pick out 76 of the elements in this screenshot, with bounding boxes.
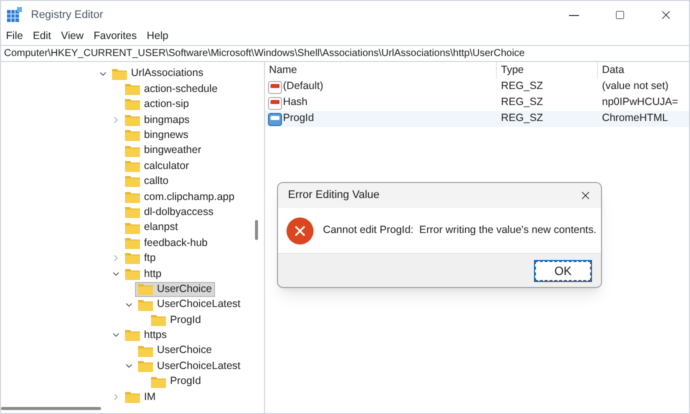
menu-item[interactable]: File: [6, 31, 23, 42]
table-cell: REG_SZ: [501, 80, 544, 92]
table-cell: (value not set): [602, 80, 669, 92]
table-cell: REG_SZ: [501, 112, 544, 124]
string-value-icon: [268, 96, 282, 110]
window-title: Registry Editor: [31, 8, 104, 23]
folder-icon: [125, 160, 140, 172]
folder-icon: [112, 68, 127, 80]
folder-icon: [125, 252, 140, 264]
error-icon: [286, 216, 314, 244]
menu-item[interactable]: View: [61, 31, 84, 42]
folder-icon: [125, 114, 140, 126]
folder-icon: [125, 222, 140, 234]
folder-icon: [125, 98, 140, 110]
table-cell: ChromeHTML: [602, 112, 668, 124]
tree-item[interactable]: calculator: [122, 158, 192, 174]
value-row[interactable]: ProgId REG_SZ ChromeHTML: [265, 111, 689, 127]
menu-item[interactable]: Favorites: [94, 31, 137, 42]
tree-item[interactable]: UserChoiceLatest: [135, 358, 244, 374]
table-cell-text: ProgId: [283, 111, 314, 126]
table-cell: np0IPwHCUJA=: [602, 96, 678, 108]
tree-item[interactable]: action-sip: [122, 96, 192, 112]
tree-item[interactable]: action-schedule: [122, 82, 221, 97]
folder-icon: [125, 236, 140, 249]
tree-item[interactable]: UserChoice: [135, 343, 215, 358]
tree-item[interactable]: http: [122, 266, 165, 282]
folder-icon: [125, 144, 140, 157]
tree-item[interactable]: bingweather: [122, 143, 204, 158]
tree-item[interactable]: feedback-hub: [122, 235, 211, 250]
table-cell-text: Hash: [283, 95, 308, 110]
folder-icon: [125, 175, 140, 188]
folder-icon: [151, 314, 166, 326]
minimize-icon: [569, 14, 579, 16]
folder-icon: [151, 376, 166, 388]
folder-icon: [125, 329, 140, 342]
tree-item[interactable]: elanpst: [122, 220, 181, 236]
string-value-icon: [268, 112, 282, 126]
menu-item[interactable]: Help: [146, 31, 168, 42]
value-row[interactable]: (Default) REG_SZ (value not set): [265, 79, 689, 95]
folder-icon: [125, 83, 140, 96]
dialog-title: Error Editing Value: [288, 188, 380, 204]
string-value-icon: [268, 80, 282, 94]
tree-item[interactable]: UserChoice: [135, 282, 215, 297]
tree-item[interactable]: UserChoiceLatest: [135, 297, 244, 312]
column-header[interactable]: Name: [265, 62, 497, 79]
tree-item[interactable]: IM: [122, 389, 159, 404]
tree-item[interactable]: ftp: [122, 250, 159, 266]
value-row[interactable]: Hash REG_SZ np0IPwHCUJA=: [265, 95, 689, 111]
tree-item[interactable]: ProgId: [148, 312, 204, 328]
folder-icon: [125, 206, 140, 218]
tree-item[interactable]: bingmaps: [122, 112, 193, 128]
folder-icon: [138, 360, 153, 372]
column-header[interactable]: Data: [598, 62, 689, 79]
folder-icon: [125, 268, 140, 280]
column-header[interactable]: Type: [497, 62, 598, 79]
table-cell-text: (Default): [283, 79, 324, 94]
folder-icon: [138, 298, 153, 311]
tree-item[interactable]: UrlAssociations: [109, 66, 206, 82]
tree-item[interactable]: callto: [122, 174, 172, 189]
error-message: Cannot edit ProgId: Error writing the value's new contents.: [323, 222, 596, 238]
tree-item[interactable]: https: [122, 328, 170, 343]
ok-button[interactable]: OK: [535, 260, 591, 280]
address-bar[interactable]: Computer\HKEY_CURRENT_USER\Software\Microsoft\Windows\Shell\Associations\UrlAssociations\http\UserChoice: [1, 45, 689, 62]
folder-icon: [138, 283, 153, 296]
registry-editor-icon: [7, 7, 23, 23]
folder-icon: [125, 390, 140, 403]
tree-item[interactable]: ProgId: [148, 374, 204, 389]
folder-icon: [138, 344, 153, 357]
menu-item[interactable]: Edit: [32, 31, 52, 42]
folder-icon: [125, 129, 140, 142]
tree-item[interactable]: com.clipchamp.app: [122, 189, 238, 204]
tree-item[interactable]: bingnews: [122, 128, 192, 143]
folder-icon: [125, 190, 140, 203]
tree-item[interactable]: dl-dolbyaccess: [122, 204, 216, 220]
table-cell: REG_SZ: [501, 96, 544, 108]
maximize-icon: [615, 10, 625, 20]
